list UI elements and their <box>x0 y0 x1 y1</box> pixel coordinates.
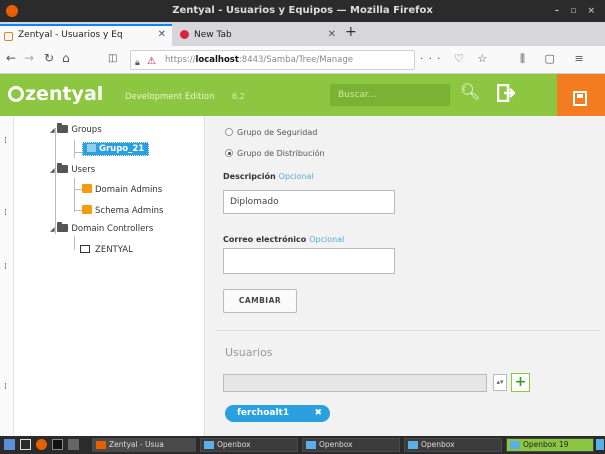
version-label: 6.2 <box>232 92 245 101</box>
url-path: :8443/Samba/Tree/Manage <box>238 55 353 65</box>
window-title: Zentyal - Usuarios y Equipos — Mozilla F… <box>172 5 433 16</box>
member-chip[interactable]: ferchoalt1 ✖ <box>225 405 330 422</box>
url-prefix: https:// <box>165 55 196 65</box>
remove-member-icon[interactable]: ✖ <box>314 405 322 422</box>
search-icon[interactable]: 🔍︎ <box>460 82 480 101</box>
description-label: Descripción Opcional <box>223 172 314 181</box>
menu-marker: ⁞ <box>4 382 7 392</box>
home-icon[interactable]: ⌂ <box>62 51 70 65</box>
tree-line <box>74 210 82 211</box>
taskbar-item-openbox[interactable]: Openbox <box>200 438 298 452</box>
email-input[interactable] <box>223 248 395 274</box>
folder-icon <box>57 123 69 133</box>
tree-line <box>74 152 82 153</box>
users-icon <box>82 205 92 214</box>
tab-label: New Tab <box>194 30 232 40</box>
folder-icon <box>57 222 69 232</box>
tree-node-schema-admins[interactable]: Schema Admins <box>82 205 163 216</box>
select-arrows-icon[interactable]: ▴▾ <box>493 374 507 391</box>
menu-marker: ⁞ <box>4 262 7 272</box>
tray-icon[interactable] <box>596 439 604 450</box>
tree-line <box>74 189 82 190</box>
warning-icon: ⚠︎ <box>147 56 156 67</box>
shield-icon[interactable]: ◫ <box>108 53 117 64</box>
user-select[interactable] <box>223 374 487 392</box>
back-arrow-icon[interactable]: ← <box>6 51 16 65</box>
member-name: ferchoalt1 <box>237 408 290 418</box>
group-icon <box>87 144 96 152</box>
start-menu-icon[interactable] <box>4 439 15 450</box>
description-input[interactable]: Diplomado <box>223 190 395 214</box>
tree-line <box>74 236 75 250</box>
zentyal-logo: zentyal <box>8 83 103 105</box>
toolbar-icons[interactable]: ⫼ ▢ ≡ <box>520 52 592 66</box>
users-section-label: Usuarios <box>225 346 273 359</box>
tab-label: Zentyal - Usuarios y Eq <box>18 30 123 40</box>
tree-node-domain-admins[interactable]: Domain Admins <box>82 184 162 195</box>
window-titlebar: Zentyal - Usuarios y Equipos — Mozilla F… <box>0 0 605 22</box>
menu-marker: ⁞ <box>4 136 7 146</box>
zentyal-favicon-icon <box>4 32 13 41</box>
radio-icon[interactable] <box>225 128 233 136</box>
radio-checked-icon[interactable] <box>225 149 233 157</box>
tab-close-icon[interactable]: ✕ <box>158 26 166 44</box>
url-bar[interactable]: 🔒︎ ⚠︎ https://localhost:8443/Samba/Tree/… <box>130 50 415 70</box>
folder-icon <box>57 163 69 173</box>
expand-icon[interactable]: ◢ <box>50 226 55 233</box>
tree-node-users[interactable]: ◢ Users <box>50 163 95 175</box>
menu-marker: ⁞ <box>4 208 7 218</box>
firefox-icon <box>6 5 18 17</box>
desktop-icon[interactable] <box>20 439 31 450</box>
taskbar-item-openbox[interactable]: Openbox <box>404 438 502 452</box>
search-input[interactable]: Buscar... <box>330 84 450 106</box>
divider <box>215 330 600 331</box>
left-menu-strip[interactable]: ⁞ ⁞ ⁞ ⁞ <box>0 116 14 436</box>
tree-node-zentyal[interactable]: ZENTYAL <box>80 245 133 255</box>
files-icon[interactable] <box>68 439 79 450</box>
nav-bar: ← → ↻ ⌂ ◫ 🔒︎ ⚠︎ https://localhost:8443/S… <box>0 46 605 74</box>
group-form-panel: Grupo de Seguridad Grupo de Distribución… <box>204 116 605 436</box>
window-controls[interactable]: – ▫ × <box>555 0 599 22</box>
taskbar-item-firefox[interactable]: Zentyal - Usua <box>92 438 196 452</box>
radio-security-group[interactable]: Grupo de Seguridad <box>225 128 317 137</box>
users-tree: ◢ Groups Grupo_21 ◢ Users Domain Admins … <box>14 116 204 436</box>
email-label: Correo electrónico Opcional <box>223 235 345 244</box>
new-tab-plus-icon[interactable]: + <box>345 24 357 40</box>
page-actions[interactable]: ··· ♡ ☆ <box>420 52 492 65</box>
tree-node-groups[interactable]: ◢ Groups <box>50 123 102 135</box>
save-disk-icon <box>573 91 587 106</box>
radio-distribution-group[interactable]: Grupo de Distribución <box>225 149 325 158</box>
taskbar-item-openbox-19[interactable]: Openbox 19 <box>506 438 594 452</box>
add-user-button[interactable]: + <box>511 373 530 392</box>
lock-icon: 🔒︎ <box>135 58 140 68</box>
tree-line <box>74 140 75 158</box>
expand-icon[interactable]: ◢ <box>50 167 55 174</box>
reload-icon[interactable]: ↻ <box>44 51 54 65</box>
taskbar: Zentyal - Usua Openbox Openbox Openbox O… <box>0 436 605 454</box>
url-host: localhost <box>195 55 239 65</box>
tree-line <box>74 178 75 212</box>
forward-arrow-icon[interactable]: → <box>24 51 34 65</box>
tab-new[interactable]: New Tab ✕ <box>176 24 342 46</box>
terminal-icon[interactable] <box>52 439 63 450</box>
edition-label: Development Edition <box>125 92 215 102</box>
firefox-launcher-icon[interactable] <box>36 439 47 450</box>
tree-line <box>55 128 56 234</box>
tab-close-icon[interactable]: ✕ <box>328 24 336 46</box>
tree-node-grupo-21[interactable]: Grupo_21 <box>82 142 150 156</box>
firefox-favicon-icon <box>180 30 189 39</box>
logout-icon[interactable] <box>497 84 515 102</box>
tab-zentyal[interactable]: Zentyal - Usuarios y Eq ✕ <box>0 24 172 46</box>
taskbar-item-openbox[interactable]: Openbox <box>302 438 400 452</box>
zentyal-header: zentyal Development Edition 6.2 Buscar..… <box>0 74 605 116</box>
computer-icon <box>80 245 90 253</box>
tab-bar: Zentyal - Usuarios y Eq ✕ New Tab ✕ <box>0 22 605 46</box>
expand-icon[interactable]: ◢ <box>50 127 55 134</box>
users-icon <box>82 184 92 193</box>
change-button[interactable]: CAMBIAR <box>223 289 297 313</box>
tree-node-domain-controllers[interactable]: ◢ Domain Controllers <box>50 222 153 234</box>
